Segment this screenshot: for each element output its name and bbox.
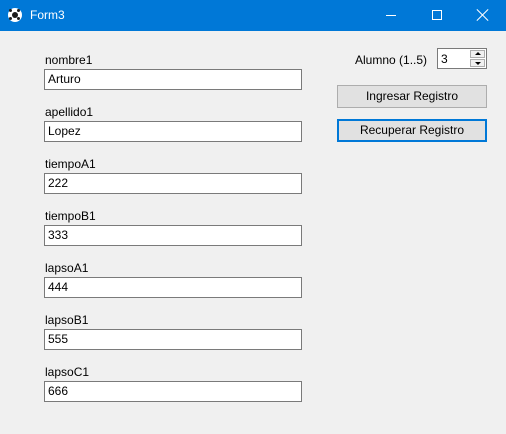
close-button[interactable] (460, 0, 506, 31)
nombre1-label: nombre1 (45, 53, 93, 67)
window-title: Form3 (30, 8, 65, 22)
ingresar-registro-button[interactable]: Ingresar Registro (337, 85, 487, 108)
minimize-icon (386, 15, 396, 16)
tiempoA1-label: tiempoA1 (45, 157, 96, 171)
app-icon (8, 8, 22, 22)
lapsoA1-label: lapsoA1 (45, 261, 89, 275)
spin-down-icon[interactable] (470, 59, 485, 67)
tiempoB1-input[interactable]: 333 (44, 225, 302, 246)
title-bar[interactable]: Form3 (0, 0, 506, 31)
lapsoC1-label: lapsoC1 (45, 365, 90, 379)
maximize-button[interactable] (414, 0, 460, 31)
nombre1-input[interactable]: Arturo (44, 69, 302, 90)
form3-window: Form3 nombre1 Arturo apellido1 Lopez tie… (0, 0, 506, 434)
lapsoB1-input[interactable]: 555 (44, 329, 302, 350)
lapsoA1-input[interactable]: 444 (44, 277, 302, 298)
spinner-buttons (470, 50, 485, 67)
alumno-spinner[interactable]: 3 (437, 48, 487, 69)
tiempoB1-label: tiempoB1 (45, 209, 96, 223)
spin-up-icon[interactable] (470, 50, 485, 58)
tiempoA1-input[interactable]: 222 (44, 173, 302, 194)
recuperar-registro-button[interactable]: Recuperar Registro (337, 119, 487, 142)
lapsoB1-label: lapsoB1 (45, 313, 89, 327)
close-icon (476, 8, 490, 22)
alumno-value[interactable]: 3 (441, 52, 448, 66)
minimize-button[interactable] (368, 0, 414, 31)
alumno-label: Alumno (1..5) (355, 53, 428, 67)
apellido1-input[interactable]: Lopez (44, 121, 302, 142)
apellido1-label: apellido1 (45, 105, 94, 119)
maximize-icon (432, 10, 442, 20)
lapsoC1-input[interactable]: 666 (44, 381, 302, 402)
